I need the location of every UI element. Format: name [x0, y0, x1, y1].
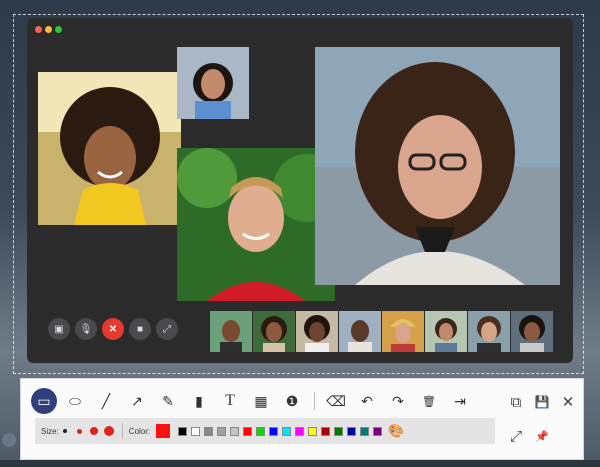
color-swatch[interactable]	[308, 426, 318, 436]
color-swatches	[178, 426, 386, 436]
save-button[interactable]: 💾	[531, 391, 553, 413]
redo-icon: ↷	[392, 392, 404, 409]
right-actions: ⧉ 💾 ✕ ⤢ 📌	[505, 391, 575, 453]
annotation-toolbar: ▭ ⬭ ╱ ↗ ✎ ▮ T ▦ ❶ ⌫ ↶ ↷ 🗑 ⇥ Size: Color:…	[20, 378, 584, 460]
color-swatch[interactable]	[373, 426, 383, 436]
color-swatch[interactable]	[256, 426, 266, 436]
copy-button[interactable]: ⧉	[505, 391, 527, 413]
size-xlarge-option[interactable]	[103, 426, 114, 436]
color-swatch[interactable]	[295, 426, 305, 436]
mosaic-tool[interactable]: ▦	[248, 388, 274, 414]
rectangle-icon: ▭	[37, 392, 51, 409]
color-label: Color:	[128, 426, 151, 436]
options-divider	[121, 423, 123, 439]
color-swatch[interactable]	[347, 426, 357, 436]
undo-icon: ↶	[361, 392, 373, 409]
color-swatch[interactable]	[334, 426, 344, 436]
eraser-tool[interactable]: ⌫	[323, 388, 349, 414]
callout-icon: ❶	[285, 392, 299, 409]
color-swatch[interactable]	[178, 426, 188, 436]
dock-app-icon[interactable]	[2, 433, 16, 447]
highlighter-icon: ▮	[195, 392, 203, 409]
color-swatch[interactable]	[204, 426, 214, 436]
size-large-option[interactable]	[89, 427, 98, 435]
size-small-option[interactable]	[62, 429, 67, 433]
size-medium-option[interactable]	[76, 428, 82, 434]
copy-icon: ⧉	[510, 393, 522, 411]
expand-icon: ⤢	[509, 427, 522, 445]
mosaic-icon: ▦	[254, 392, 268, 409]
color-swatch[interactable]	[282, 426, 292, 436]
text-tool[interactable]: T	[217, 388, 243, 414]
color-swatch[interactable]	[243, 426, 253, 436]
exit-button[interactable]: ⇥	[447, 388, 473, 414]
save-icon: 💾	[534, 395, 550, 409]
arrow-tool[interactable]: ↗	[124, 388, 150, 414]
exit-icon: ⇥	[454, 392, 466, 409]
delete-button[interactable]: 🗑	[416, 388, 442, 414]
current-color-swatch[interactable]	[156, 424, 171, 438]
color-swatch[interactable]	[217, 426, 227, 436]
line-icon: ╱	[101, 392, 111, 409]
drawing-tools: ▭ ⬭ ╱ ↗ ✎ ▮ T ▦ ❶ ⌫ ↶ ↷ 🗑 ⇥	[31, 388, 478, 414]
redo-button[interactable]: ↷	[385, 388, 411, 414]
desktop-bottom-edge	[0, 460, 600, 467]
pin-icon: 📌	[535, 430, 549, 443]
color-swatch[interactable]	[360, 426, 370, 436]
trash-icon: 🗑	[422, 395, 436, 408]
capture-selection-frame[interactable]	[13, 14, 584, 374]
pencil-icon: ✎	[162, 392, 174, 409]
color-swatch[interactable]	[191, 426, 201, 436]
arrow-icon: ↗	[131, 392, 143, 409]
eraser-icon: ⌫	[326, 392, 346, 409]
line-tool[interactable]: ╱	[93, 388, 119, 414]
rectangle-tool[interactable]: ▭	[31, 388, 57, 414]
pin-button[interactable]: 📌	[531, 425, 553, 447]
callout-tool[interactable]: ❶	[279, 388, 305, 414]
color-swatch[interactable]	[230, 426, 240, 436]
tool-options-bar: Size: Color: 🎨	[35, 418, 495, 444]
highlighter-tool[interactable]: ▮	[186, 388, 212, 414]
undo-button[interactable]: ↶	[354, 388, 380, 414]
ellipse-icon: ⬭	[69, 392, 81, 409]
color-swatch[interactable]	[321, 426, 331, 436]
expand-button[interactable]: ⤢	[505, 425, 527, 447]
close-button[interactable]: ✕	[557, 391, 579, 413]
text-icon: T	[225, 392, 235, 409]
toolbar-divider	[314, 392, 315, 410]
ellipse-tool[interactable]: ⬭	[62, 388, 88, 414]
size-label: Size:	[41, 426, 59, 436]
palette-icon[interactable]: 🎨	[388, 423, 404, 439]
pencil-tool[interactable]: ✎	[155, 388, 181, 414]
color-swatch[interactable]	[269, 426, 279, 436]
close-icon: ✕	[561, 394, 575, 411]
